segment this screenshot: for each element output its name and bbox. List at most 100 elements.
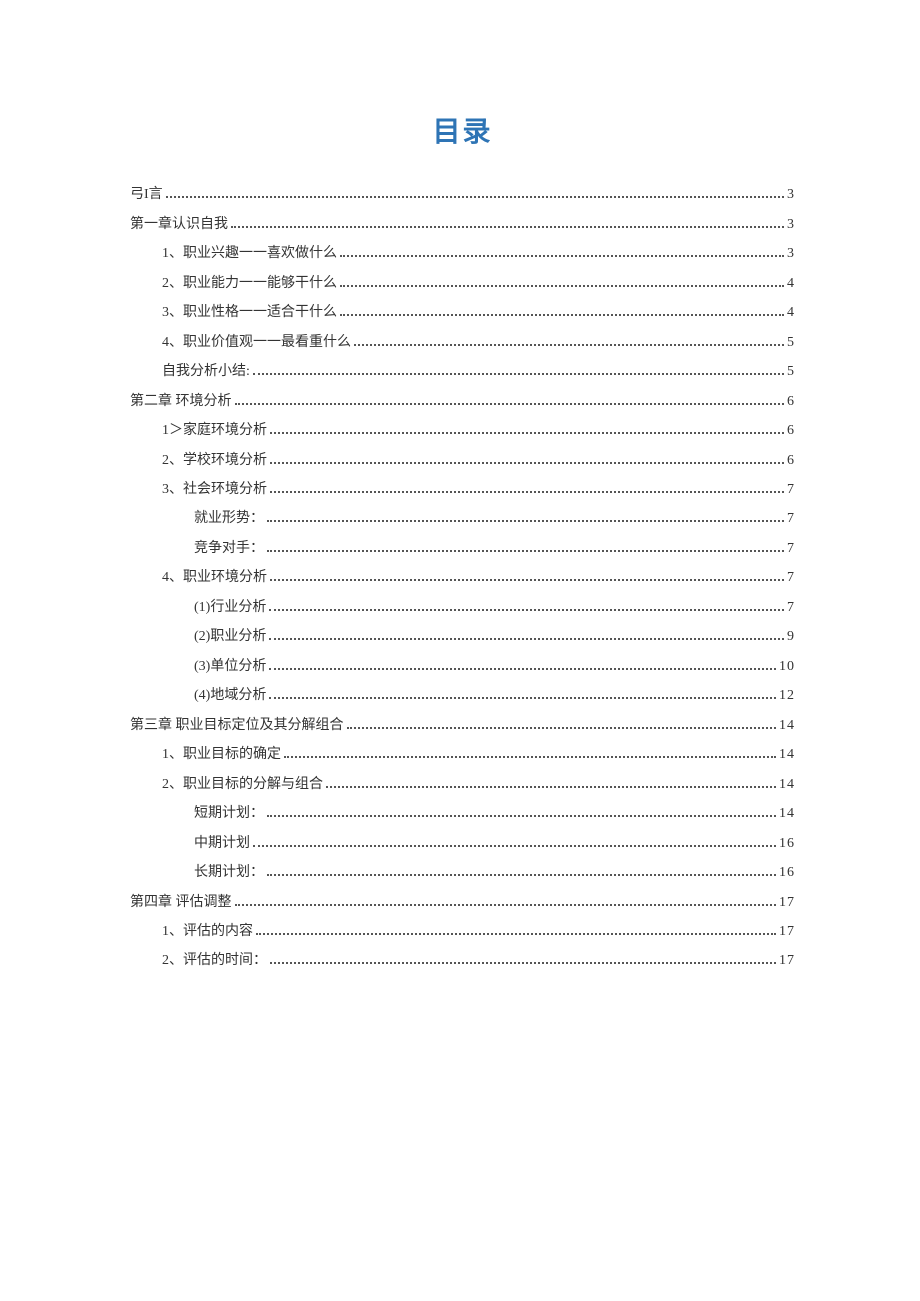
toc-entry-page: 17 <box>779 925 795 939</box>
toc-entry-text: 第二章 环境分析 <box>130 395 232 409</box>
toc-leader-dots <box>270 423 784 434</box>
toc-entry: 4、职业价值观一一最看重什么5 <box>130 327 795 356</box>
toc-entry: 第三章 职业目标定位及其分解组合 14 <box>130 710 795 739</box>
toc-entry-text: 1、职业目标的确定 <box>162 748 281 762</box>
toc-entry-page: 5 <box>787 365 795 379</box>
toc-entry-text: (4)地域分析 <box>194 689 266 703</box>
toc-leader-dots <box>326 777 776 788</box>
toc-entry-text: 3、职业性格一一适合干什么 <box>162 306 337 320</box>
toc-entry: 长期计划：16 <box>130 858 795 887</box>
toc-leader-dots <box>267 541 784 552</box>
toc-leader-dots <box>269 600 784 611</box>
toc-entry-text: 2、职业目标的分解与组合 <box>162 778 323 792</box>
toc-entry-page: 3 <box>787 188 795 202</box>
toc-entry-text: 1、职业兴趣一一喜欢做什么 <box>162 247 337 261</box>
toc-leader-dots <box>267 511 784 522</box>
toc-entry-text: 中期计划 <box>194 837 250 851</box>
document-page: 目录 弓I言 3 第一章认识自我 3 1、职业兴趣一一喜欢做什么 3 2、职业能力一一能够干… <box>0 0 920 976</box>
toc-entry-text: 就业形势： <box>194 512 264 526</box>
toc-leader-dots <box>231 217 784 228</box>
toc-entry: 第四章 评估调整 17 <box>130 887 795 916</box>
toc-leader-dots <box>267 865 776 876</box>
toc-entry-text: (2)职业分析 <box>194 630 266 644</box>
toc-entry-text: 4、职业环境分析 <box>162 571 267 585</box>
toc-entry-text: (1)行业分析 <box>194 601 266 615</box>
toc-entry: 就业形势： 7 <box>130 504 795 533</box>
toc-leader-dots <box>166 187 784 198</box>
toc-entry-text: 第一章认识自我 <box>130 218 228 232</box>
toc-entry-text: 第三章 职业目标定位及其分解组合 <box>130 719 344 733</box>
toc-entry-text: 4、职业价值观一一最看重什么 <box>162 336 351 350</box>
toc-entry: 短期计划： 14 <box>130 799 795 828</box>
toc-leader-dots <box>269 688 776 699</box>
toc-entry: (4)地域分析 12 <box>130 681 795 710</box>
toc-entry: 1、职业目标的确定14 <box>130 740 795 769</box>
toc-entry: 2、职业能力一一能够干什么 4 <box>130 268 795 297</box>
toc-leader-dots <box>267 806 776 817</box>
toc-entry-page: 4 <box>787 277 795 291</box>
toc-leader-dots <box>270 452 784 463</box>
toc-entry-text: 第四章 评估调整 <box>130 896 232 910</box>
toc-title: 目录 <box>130 110 795 150</box>
toc-entry-page: 7 <box>787 571 795 585</box>
toc-entry-page: 16 <box>779 837 795 851</box>
toc-entry-text: (3)单位分析 <box>194 660 266 674</box>
toc-entry: 4、职业环境分析 7 <box>130 563 795 592</box>
toc-entry-page: 7 <box>787 483 795 497</box>
toc-entry-page: 12 <box>779 689 795 703</box>
toc-entry: 自我分析小结: 5 <box>130 357 795 386</box>
toc-entry: (3)单位分析10 <box>130 652 795 681</box>
toc-entry-text: 2、职业能力一一能够干什么 <box>162 277 337 291</box>
toc-entry: (2)职业分析 9 <box>130 622 795 651</box>
toc-leader-dots <box>269 659 776 670</box>
toc-leader-dots <box>253 836 776 847</box>
toc-entry-text: 长期计划： <box>194 866 264 880</box>
toc-entry-page: 14 <box>779 778 795 792</box>
toc-entry-text: 2、评估的时间： <box>162 954 267 968</box>
toc-entry: (1)行业分析 7 <box>130 593 795 622</box>
toc-entry: 第一章认识自我 3 <box>130 209 795 238</box>
toc-entry: 竞争对手：7 <box>130 534 795 563</box>
toc-entry-text: 短期计划： <box>194 807 264 821</box>
toc-leader-dots <box>340 305 784 316</box>
toc-entry: 3、职业性格一一适合干什么 4 <box>130 298 795 327</box>
toc-entry-page: 6 <box>787 395 795 409</box>
toc-leader-dots <box>340 246 784 257</box>
toc-entry: 弓I言 3 <box>130 180 795 209</box>
toc-entry: 1＞家庭环境分析 6 <box>130 416 795 445</box>
toc-entry: 中期计划 16 <box>130 828 795 857</box>
toc-entry-text: 弓I言 <box>130 188 163 202</box>
toc-entry-text: 1＞家庭环境分析 <box>162 424 267 438</box>
toc-entry-text: 自我分析小结: <box>162 365 250 379</box>
toc-entry-page: 7 <box>787 601 795 615</box>
toc-entry-page: 17 <box>779 896 795 910</box>
toc-entry-page: 3 <box>787 247 795 261</box>
toc-list: 弓I言 3 第一章认识自我 3 1、职业兴趣一一喜欢做什么 3 2、职业能力一一能够干什么 4… <box>130 180 795 976</box>
toc-entry-page: 9 <box>787 630 795 644</box>
toc-entry-page: 14 <box>779 719 795 733</box>
toc-leader-dots <box>235 894 777 905</box>
toc-entry-text: 1、评估的内容 <box>162 925 253 939</box>
toc-entry-page: 4 <box>787 306 795 320</box>
toc-leader-dots <box>340 276 784 287</box>
toc-leader-dots <box>256 924 776 935</box>
toc-entry: 第二章 环境分析 6 <box>130 386 795 415</box>
toc-entry-page: 6 <box>787 424 795 438</box>
toc-entry-text: 2、学校环境分析 <box>162 454 267 468</box>
toc-entry-text: 3、社会环境分析 <box>162 483 267 497</box>
toc-entry-page: 3 <box>787 218 795 232</box>
toc-leader-dots <box>347 718 777 729</box>
toc-leader-dots <box>235 393 785 404</box>
toc-entry-page: 14 <box>779 807 795 821</box>
toc-leader-dots <box>284 747 776 758</box>
toc-entry: 2、学校环境分析 6 <box>130 445 795 474</box>
toc-entry-page: 7 <box>787 542 795 556</box>
toc-leader-dots <box>270 570 784 581</box>
toc-entry: 3、社会环境分析 7 <box>130 475 795 504</box>
toc-entry-page: 6 <box>787 454 795 468</box>
toc-entry-page: 17 <box>779 954 795 968</box>
toc-entry: 1、职业兴趣一一喜欢做什么 3 <box>130 239 795 268</box>
toc-leader-dots <box>269 629 784 640</box>
toc-entry: 2、评估的时间： 17 <box>130 946 795 975</box>
toc-entry-page: 7 <box>787 512 795 526</box>
